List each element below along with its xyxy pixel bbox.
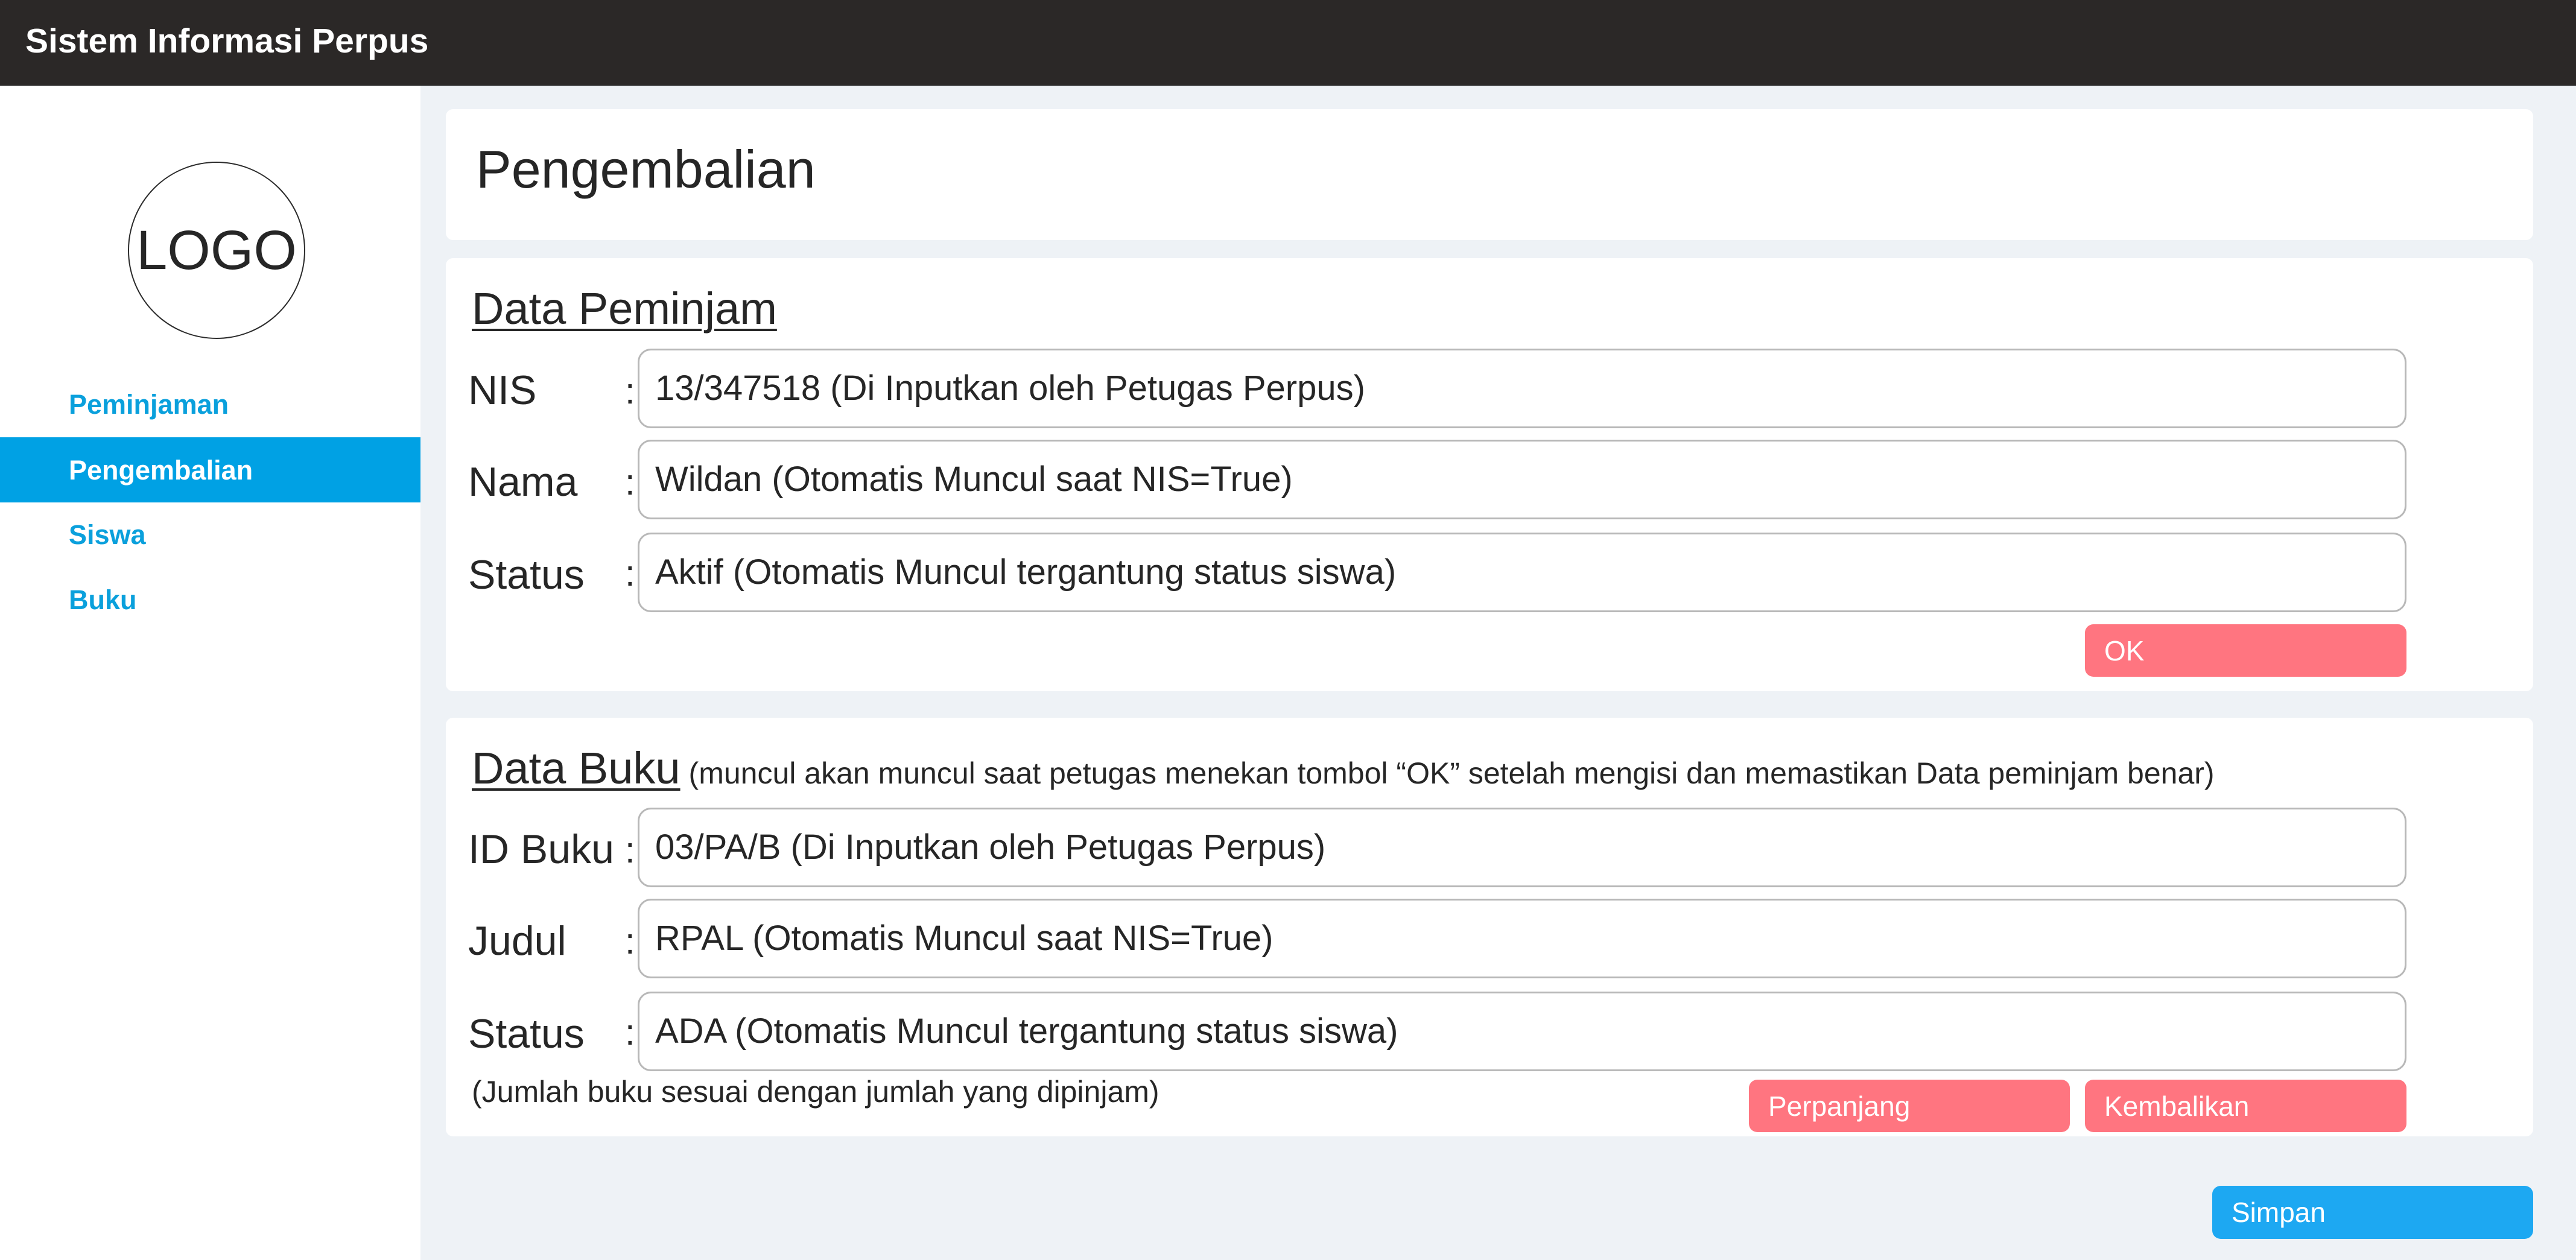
logo: LOGO	[128, 162, 305, 339]
sidebar-item-pengembalian[interactable]: Pengembalian	[0, 437, 420, 502]
sidebar-item-label: Buku	[69, 584, 137, 615]
colon: :	[625, 921, 635, 961]
app-title: Sistem Informasi Perpus	[25, 22, 429, 60]
logo-text: LOGO	[136, 220, 297, 281]
judul-value: RPAL (Otomatis Muncul saat NIS=True)	[655, 919, 1274, 958]
section-title-text: Data Peminjam	[472, 283, 777, 334]
nama-field[interactable]: Wildan (Otomatis Muncul saat NIS=True)	[638, 440, 2406, 519]
status-value: Aktif (Otomatis Muncul tergantung status…	[655, 552, 1397, 592]
kembalikan-button-label: Kembalikan	[2104, 1090, 2250, 1122]
simpan-button[interactable]: Simpan	[2212, 1186, 2533, 1239]
sidebar: LOGO Peminjaman Pengembalian Siswa Buku	[0, 86, 420, 1260]
sidebar-item-peminjaman[interactable]: Peminjaman	[0, 372, 420, 437]
perpanjang-button-label: Perpanjang	[1768, 1090, 1911, 1122]
simpan-button-label: Simpan	[2232, 1197, 2326, 1228]
status-buku-value: ADA (Otomatis Muncul tergantung status s…	[655, 1011, 1398, 1051]
sidebar-item-label: Peminjaman	[69, 388, 229, 420]
nama-label: Nama	[468, 459, 578, 505]
nis-value: 13/347518 (Di Inputkan oleh Petugas Perp…	[655, 369, 1365, 408]
data-peminjam-card: Data Peminjam NIS : 13/347518 (Di Inputk…	[446, 258, 2533, 691]
status-label: Status	[468, 552, 585, 598]
page-title: Pengembalian	[476, 139, 816, 199]
colon: :	[625, 1012, 635, 1053]
section-title-buku: Data Buku (muncul akan muncul saat petuga…	[472, 746, 2215, 791]
nis-field[interactable]: 13/347518 (Di Inputkan oleh Petugas Perp…	[638, 349, 2406, 428]
judul-field[interactable]: RPAL (Otomatis Muncul saat NIS=True)	[638, 899, 2406, 978]
jumlah-buku-note: (Jumlah buku sesuai dengan jumlah yang d…	[472, 1075, 1160, 1109]
sidebar-item-label: Siswa	[69, 519, 146, 550]
status-field[interactable]: Aktif (Otomatis Muncul tergantung status…	[638, 533, 2406, 612]
section-note: (muncul akan muncul saat petugas menekan…	[688, 756, 2215, 790]
sidebar-item-label: Pengembalian	[69, 454, 253, 486]
perpanjang-button[interactable]: Perpanjang	[1749, 1080, 2070, 1132]
top-bar: Sistem Informasi Perpus	[0, 0, 2576, 86]
colon: :	[625, 371, 635, 411]
ok-button-label: OK	[2104, 635, 2145, 666]
colon: :	[625, 830, 635, 870]
data-buku-card: Data Buku (muncul akan muncul saat petuga…	[446, 718, 2533, 1136]
nis-label: NIS	[468, 367, 537, 413]
sidebar-item-buku[interactable]: Buku	[0, 567, 420, 632]
status-buku-label: Status	[468, 1011, 585, 1057]
ok-button[interactable]: OK	[2085, 624, 2406, 677]
colon: :	[625, 553, 635, 594]
id-buku-label: ID Buku	[468, 826, 614, 872]
kembalikan-button[interactable]: Kembalikan	[2085, 1080, 2406, 1132]
section-title-text: Data Buku	[472, 743, 680, 793]
status-buku-field[interactable]: ADA (Otomatis Muncul tergantung status s…	[638, 992, 2406, 1071]
nama-value: Wildan (Otomatis Muncul saat NIS=True)	[655, 460, 1293, 499]
id-buku-value: 03/PA/B (Di Inputkan oleh Petugas Perpus…	[655, 828, 1326, 867]
judul-label: Judul	[468, 918, 566, 964]
sidebar-item-siswa[interactable]: Siswa	[0, 502, 420, 567]
id-buku-field[interactable]: 03/PA/B (Di Inputkan oleh Petugas Perpus…	[638, 808, 2406, 887]
section-title-peminjam: Data Peminjam	[472, 287, 777, 331]
colon: :	[625, 462, 635, 502]
page-header: Pengembalian	[446, 109, 2533, 240]
